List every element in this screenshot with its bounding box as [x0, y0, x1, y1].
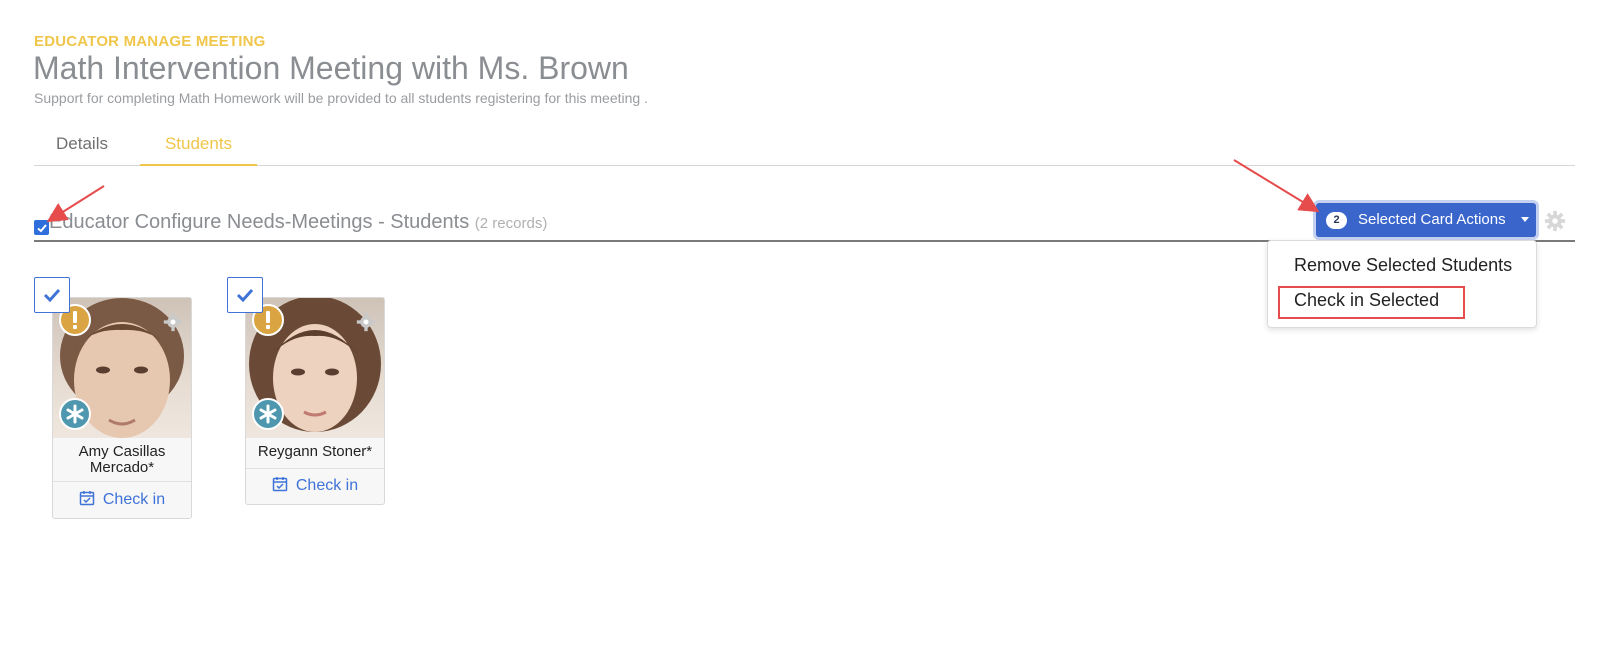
student-card[interactable]: Reygann Stoner* Check in — [245, 297, 385, 505]
select-all-checkbox[interactable] — [34, 220, 49, 235]
check-in-label: Check in — [295, 477, 359, 494]
card-select-checkbox[interactable] — [34, 277, 70, 313]
calendar-check-icon — [272, 477, 288, 492]
actions-dropdown-menu: Remove Selected Students Check in Select… — [1267, 240, 1537, 328]
card-divider — [53, 481, 191, 482]
section-title-text: Educator Configure Needs-Meetings - Stud… — [49, 211, 470, 233]
check-icon — [236, 288, 254, 302]
tab-bar: Details Students — [34, 124, 1575, 166]
check-icon — [43, 288, 61, 302]
selected-count-badge: 2 — [1326, 212, 1347, 229]
check-icon — [37, 224, 47, 233]
menu-item-check-in-selected[interactable]: Check in Selected — [1294, 290, 1439, 311]
settings-gear-icon[interactable] — [1544, 210, 1566, 232]
asterisk-icon — [59, 398, 91, 430]
menu-item-remove-selected[interactable]: Remove Selected Students — [1294, 255, 1512, 276]
selected-card-actions-button[interactable]: 2 Selected Card Actions — [1316, 203, 1536, 237]
selected-card-actions-label: Selected Card Actions — [1358, 211, 1506, 228]
caret-down-icon — [1521, 217, 1529, 222]
asterisk-icon — [252, 398, 284, 430]
record-count: (2 records) — [474, 215, 548, 232]
student-name: Amy Casillas Mercado* — [78, 443, 166, 476]
section-title: Educator Configure Needs-Meetings - Stud… — [49, 211, 547, 234]
student-name: Reygann Stoner* — [257, 443, 373, 460]
page-eyebrow: EDUCATOR MANAGE MEETING — [34, 33, 266, 50]
card-divider — [246, 468, 384, 469]
page-title: Math Intervention Meeting with Ms. Brown — [33, 50, 629, 86]
check-in-button[interactable]: Check in — [246, 476, 384, 495]
gear-icon[interactable] — [356, 312, 376, 332]
check-in-button[interactable]: Check in — [53, 490, 191, 509]
calendar-check-icon — [79, 491, 95, 506]
page-subtitle: Support for completing Math Homework wil… — [34, 90, 648, 106]
student-card[interactable]: Amy Casillas Mercado* Check in — [52, 297, 192, 519]
check-in-label: Check in — [102, 491, 166, 508]
card-select-checkbox[interactable] — [227, 277, 263, 313]
tab-students[interactable]: Students — [140, 124, 257, 166]
tab-details[interactable]: Details — [34, 124, 130, 166]
gear-icon[interactable] — [163, 312, 183, 332]
